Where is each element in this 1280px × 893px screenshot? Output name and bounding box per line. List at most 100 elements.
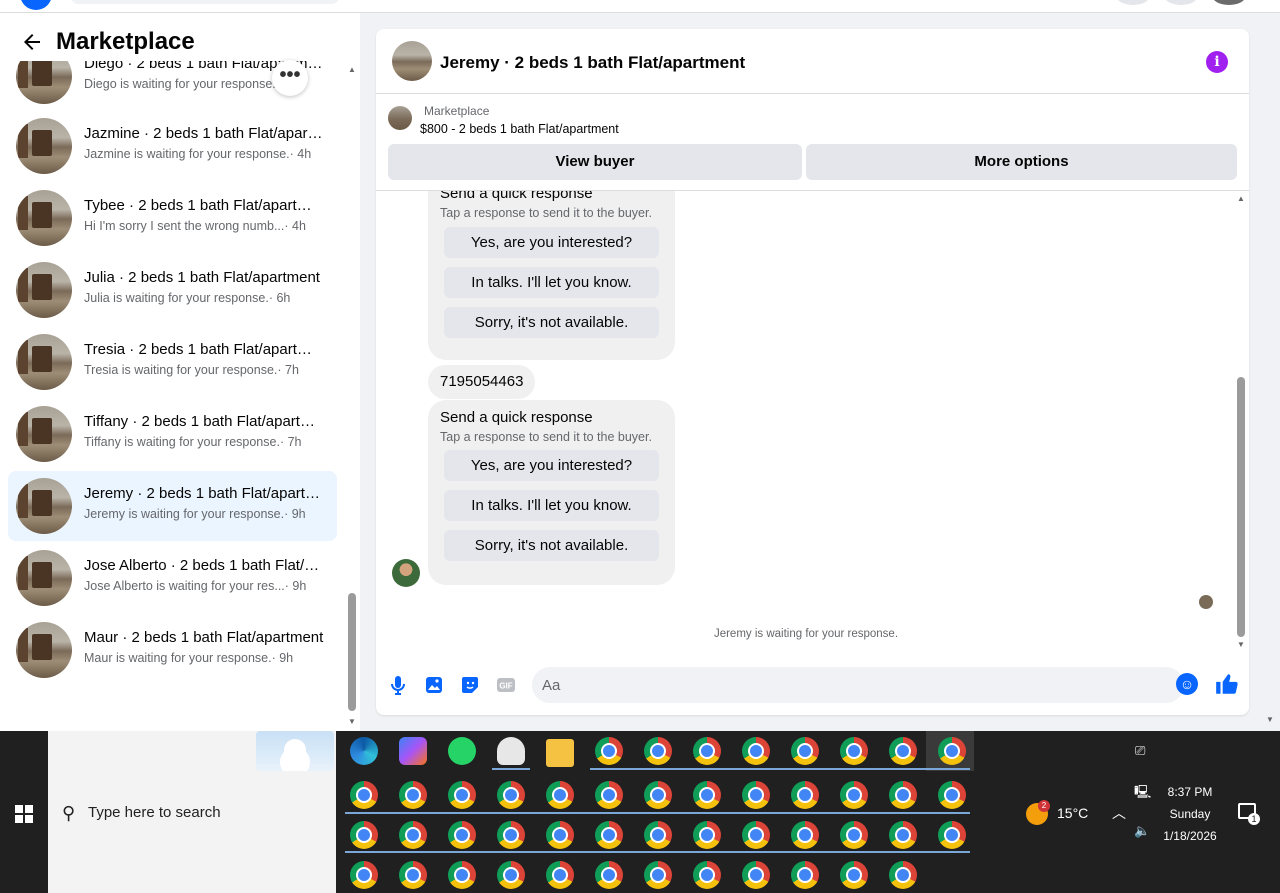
conversation-item-tiffany[interactable]: Tiffany · 2 beds 1 bath Flat/apartment T… xyxy=(8,399,337,469)
taskbar-clock[interactable]: 8:37 PM Sunday 1/18/2026 xyxy=(1152,781,1228,847)
quick-reply-not-available-button[interactable]: Sorry, it's not available. xyxy=(444,307,659,338)
scroll-down-arrow-icon[interactable]: ▼ xyxy=(1237,640,1245,649)
sticker-icon[interactable] xyxy=(458,673,482,697)
chrome-profile-icon[interactable] xyxy=(448,821,476,849)
chrome-profile-icon[interactable] xyxy=(889,737,917,765)
chrome-profile-icon[interactable] xyxy=(840,821,868,849)
conversation-item-julia[interactable]: Julia · 2 beds 1 bath Flat/apartment Jul… xyxy=(8,255,337,325)
chrome-profile-icon[interactable] xyxy=(595,821,623,849)
chat-avatar[interactable] xyxy=(392,41,432,81)
chrome-profile-icon[interactable] xyxy=(399,861,427,889)
chrome-profile-icon[interactable] xyxy=(791,821,819,849)
chrome-profile-icon[interactable] xyxy=(595,737,623,765)
search-highlight-snowman-icon[interactable] xyxy=(256,731,334,771)
chrome-profile-icon[interactable] xyxy=(938,821,966,849)
chrome-profile-icon[interactable] xyxy=(938,737,966,765)
quick-reply-interested-button[interactable]: Yes, are you interested? xyxy=(444,227,659,258)
scrollbar-thumb[interactable] xyxy=(348,593,356,711)
conversation-scrollbar[interactable]: ▲ ▼ xyxy=(345,61,359,731)
photo-icon[interactable] xyxy=(422,673,446,697)
conversation-item-maur[interactable]: Maur · 2 beds 1 bath Flat/apartment Maur… xyxy=(8,615,337,685)
back-arrow-icon[interactable] xyxy=(20,30,44,54)
chrome-profile-icon[interactable] xyxy=(399,781,427,809)
chrome-profile-icon[interactable] xyxy=(595,781,623,809)
chrome-profile-icon[interactable] xyxy=(497,781,525,809)
notifications-icon[interactable] xyxy=(1164,0,1198,5)
chrome-profile-icon[interactable] xyxy=(840,781,868,809)
chrome-profile-icon[interactable] xyxy=(350,861,378,889)
chrome-profile-icon[interactable] xyxy=(399,821,427,849)
chrome-profile-icon[interactable] xyxy=(693,821,721,849)
scroll-up-arrow-icon[interactable]: ▲ xyxy=(348,65,356,74)
copilot-icon[interactable] xyxy=(399,737,427,765)
meet-now-icon[interactable]: ⎚ xyxy=(1135,743,1145,759)
facebook-logo-icon[interactable] xyxy=(20,0,52,10)
message-input[interactable] xyxy=(542,673,1142,697)
quick-reply-in-talks-button[interactable]: In talks. I'll let you know. xyxy=(444,267,659,298)
network-icon[interactable]: 🖳 xyxy=(1134,783,1151,805)
conversation-item-jazmine[interactable]: Jazmine · 2 beds 1 bath Flat/apartment J… xyxy=(8,111,337,181)
microphone-icon[interactable] xyxy=(386,673,410,697)
chat-title[interactable]: Jeremy · 2 beds 1 bath Flat/apartment xyxy=(440,53,745,73)
more-options-button[interactable]: More options xyxy=(806,144,1237,180)
start-button[interactable] xyxy=(0,731,48,893)
conversation-item-jeremy[interactable]: Jeremy · 2 beds 1 bath Flat/apartment Je… xyxy=(8,471,337,541)
quick-reply-in-talks-button[interactable]: In talks. I'll let you know. xyxy=(444,490,659,521)
chrome-profile-icon[interactable] xyxy=(742,861,770,889)
volume-icon[interactable]: 🔈 xyxy=(1134,823,1150,839)
chrome-profile-icon[interactable] xyxy=(546,861,574,889)
temperature[interactable]: 15°C xyxy=(1057,805,1088,821)
scrollbar-thumb[interactable] xyxy=(1237,377,1245,637)
facebook-search-input[interactable] xyxy=(70,0,340,4)
chat-scrollbar[interactable]: ▲ ▼ xyxy=(1234,191,1249,653)
chrome-profile-icon[interactable] xyxy=(644,781,672,809)
chrome-profile-icon[interactable] xyxy=(693,861,721,889)
chrome-profile-icon[interactable] xyxy=(889,821,917,849)
chrome-profile-icon[interactable] xyxy=(448,861,476,889)
file-explorer-icon[interactable] xyxy=(546,739,574,767)
scroll-down-arrow-icon[interactable]: ▼ xyxy=(348,717,356,726)
chrome-profile-icon[interactable] xyxy=(497,861,525,889)
chrome-profile-icon[interactable] xyxy=(889,861,917,889)
info-icon[interactable]: i xyxy=(1206,51,1228,73)
whatsapp-icon[interactable] xyxy=(448,737,476,765)
chrome-profile-icon[interactable] xyxy=(791,737,819,765)
chrome-profile-icon[interactable] xyxy=(448,781,476,809)
conversation-item-tybee[interactable]: Tybee · 2 beds 1 bath Flat/apartment Hi … xyxy=(8,183,337,253)
chrome-profile-icon[interactable] xyxy=(840,861,868,889)
chrome-profile-icon[interactable] xyxy=(546,821,574,849)
chrome-profile-icon[interactable] xyxy=(497,821,525,849)
menu-icon[interactable] xyxy=(1116,0,1150,5)
chrome-profile-icon[interactable] xyxy=(693,781,721,809)
view-buyer-button[interactable]: View buyer xyxy=(388,144,802,180)
conversation-item-jose-alberto[interactable]: Jose Alberto · 2 beds 1 bath Flat/apartm… xyxy=(8,543,337,613)
page-scroll-down-arrow-icon[interactable]: ▼ xyxy=(1266,715,1274,724)
more-options-icon[interactable]: ••• xyxy=(272,60,308,96)
chrome-profile-icon[interactable] xyxy=(840,737,868,765)
quick-reply-not-available-button[interactable]: Sorry, it's not available. xyxy=(444,530,659,561)
snipping-tool-icon[interactable] xyxy=(497,737,525,765)
chrome-profile-icon[interactable] xyxy=(644,821,672,849)
emoji-icon[interactable]: ☺ xyxy=(1176,673,1198,695)
chrome-profile-icon[interactable] xyxy=(791,861,819,889)
taskbar-search-box[interactable]: ⚲ Type here to search xyxy=(48,731,336,893)
chrome-profile-icon[interactable] xyxy=(742,781,770,809)
chrome-profile-icon[interactable] xyxy=(644,861,672,889)
chrome-profile-icon[interactable] xyxy=(742,737,770,765)
chrome-profile-icon[interactable] xyxy=(350,821,378,849)
chrome-profile-icon[interactable] xyxy=(889,781,917,809)
quick-reply-interested-button[interactable]: Yes, are you interested? xyxy=(444,450,659,481)
chrome-profile-icon[interactable] xyxy=(791,781,819,809)
chrome-profile-icon[interactable] xyxy=(693,737,721,765)
show-hidden-icons-chevron-icon[interactable]: ︿ xyxy=(1112,803,1126,823)
chrome-profile-icon[interactable] xyxy=(644,737,672,765)
chrome-profile-icon[interactable] xyxy=(595,861,623,889)
conversation-item-tresia[interactable]: Tresia · 2 beds 1 bath Flat/apartment Tr… xyxy=(8,327,337,397)
scroll-up-arrow-icon[interactable]: ▲ xyxy=(1237,194,1245,203)
edge-browser-icon[interactable] xyxy=(350,737,378,765)
gif-icon[interactable]: GIF xyxy=(494,673,518,697)
chrome-profile-icon[interactable] xyxy=(938,781,966,809)
chrome-profile-icon[interactable] xyxy=(350,781,378,809)
profile-avatar[interactable] xyxy=(1212,0,1246,5)
chrome-profile-icon[interactable] xyxy=(742,821,770,849)
